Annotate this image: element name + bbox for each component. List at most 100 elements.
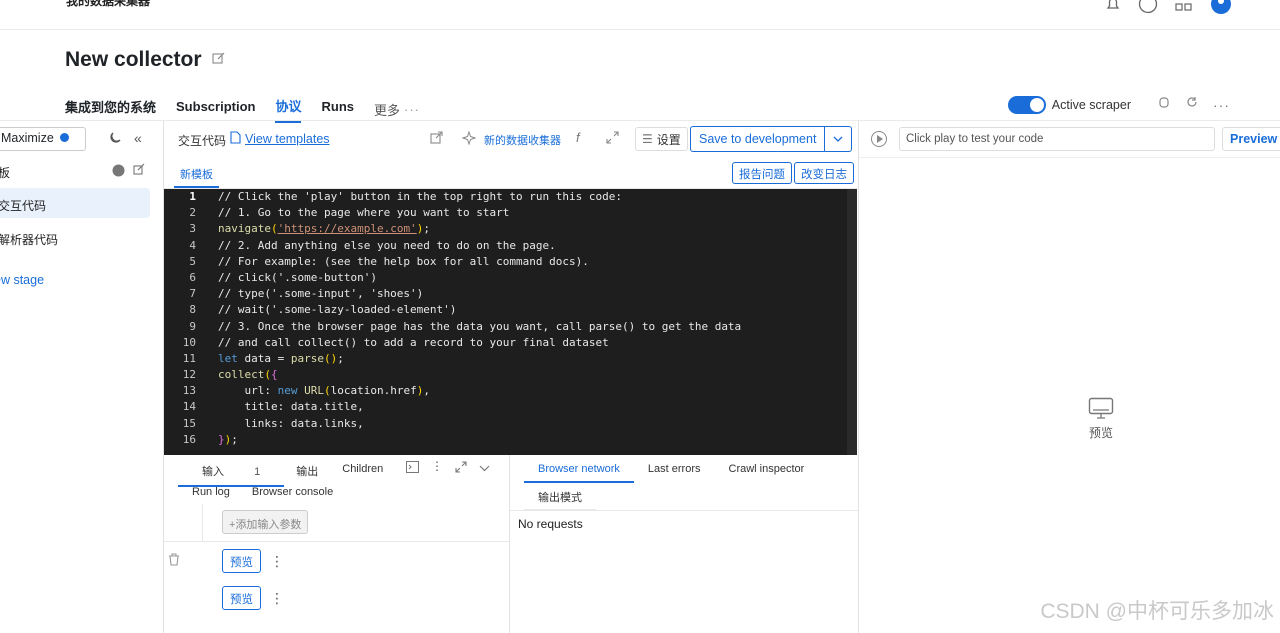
preview-panel: Preview 预览 [858,121,1280,633]
user-avatar-icon[interactable] [1210,0,1232,20]
preview-placeholder-label: 预览 [1088,426,1113,440]
edit-stage-icon[interactable] [133,163,146,181]
tab-input[interactable]: 输入 1 [178,461,285,487]
code-editor[interactable]: 1 // Click the 'play' button in the top r… [164,189,857,455]
view-templates-link[interactable]: View templates [230,131,330,147]
main-tabs: 集成到您的系统 Subscription 协议 Runs 更多 ··· [65,96,420,123]
code-text: // click('.some-button') [218,270,377,284]
external-link-icon[interactable] [430,131,443,149]
code-text: // and call collect() to add a record to… [218,335,609,349]
apps-icon[interactable] [1174,0,1194,18]
add-input-param-label: 添加输入参数 [235,519,302,531]
settings-button[interactable]: ☰ 设置 [635,127,688,151]
tab-subscription[interactable]: Subscription [176,99,255,120]
moon-icon[interactable] [108,131,122,150]
line-number: 5 [189,254,196,268]
top-bar: 我的数据采集器 [0,0,1280,30]
play-icon[interactable] [871,131,887,147]
tab-more[interactable]: 更多 ··· [374,100,420,119]
tab-children[interactable]: Children [330,461,395,487]
bell-icon[interactable] [1104,0,1122,18]
code-token: data = [237,351,291,365]
kebab-icon[interactable]: ⋮ [431,460,443,478]
code-line: 14 title: data.title, [164,399,857,415]
code-text: title: data.title, [218,400,364,414]
test-url-input[interactable] [899,127,1215,151]
code-text: // 3. Once the browser page has the data… [218,319,742,333]
sidebar-item-parser[interactable]: 解析器代码 [0,231,58,248]
row-options-icon[interactable]: ⋮ [270,553,284,570]
terminal-icon[interactable] [406,460,419,478]
code-text: // For example: (see the help box for al… [218,254,589,268]
code-line: 6 // click('.some-button') [164,270,857,286]
changelog-button[interactable]: 改变日志 [794,162,854,184]
tab-crawl-inspector[interactable]: Crawl inspector [715,461,819,483]
chevron-down-icon[interactable] [479,460,490,478]
line-number: 6 [189,270,196,284]
editor-subtabs: 新模板 报告问题 改变日志 [164,157,858,189]
line-number: 14 [182,400,196,414]
maximize-toggle[interactable]: Maximize [0,127,86,151]
maximize-dot [59,133,69,142]
scraper-controls: Active scraper ··· [1007,95,1230,114]
tab-protocol[interactable]: 协议 [275,96,302,123]
add-input-param-button[interactable]: +添加输入参数 [222,510,309,534]
line-number: 2 [189,206,196,220]
panel-icons: ⋮ [406,460,490,478]
line-number: 3 [189,222,196,236]
code-line: 2 // 1. Go to the page where you want to … [164,205,857,221]
sidebar-item-parser-label: 解析器代码 [0,233,59,247]
expand-panel-icon[interactable] [455,460,467,478]
code-line: 9 // 3. Once the browser page has the dat… [164,319,857,335]
tab-browser-network[interactable]: Browser network [524,461,634,483]
code-token: parse [290,351,324,365]
output-mode-tab[interactable]: 输出模式 [524,485,596,510]
new-collector-link[interactable]: 新的数据收集器 [484,132,561,148]
code-text: // Click the 'play' button in the top ri… [218,190,622,203]
maximize-label: Maximize [1,131,54,145]
sidebar-item-interaction[interactable]: 交互代码 [0,197,46,214]
code-text: navigate('https://example.com'); [218,222,430,236]
trash-icon[interactable] [168,553,180,571]
new-stage-link[interactable]: ew stage [0,273,44,287]
tab-last-errors[interactable]: Last errors [634,461,715,483]
tab-new-template[interactable]: 新模板 [174,166,219,188]
preview-button[interactable]: Preview [1222,127,1280,151]
log-tabs: Run log Browser console [192,486,333,498]
tab-integrate[interactable]: 集成到您的系统 [65,97,156,122]
tab-browser-console[interactable]: Browser console [252,486,333,498]
editor-scrollbar[interactable] [847,189,857,455]
tab-more-label: 更多 [373,103,400,118]
bug-icon[interactable] [1157,95,1171,114]
chevron-down-icon[interactable] [825,130,851,148]
expand-icon[interactable] [606,131,619,149]
github-icon[interactable] [112,164,125,182]
page-title: New collector [65,48,202,71]
preview-button-2[interactable]: 预览 [222,586,261,610]
edit-title-icon[interactable] [211,51,226,70]
code-line: 1 // Click the 'play' button in the top r… [164,189,857,205]
editor-header: 交互代码 View templates 新的数据收集器 f ☰ 设置 Save … [164,121,858,157]
function-icon[interactable]: f [576,130,580,145]
tab-runs[interactable]: Runs [321,99,354,120]
preview-button-1[interactable]: 预览 [222,549,261,573]
code-token: 'https://example.com' [277,222,417,236]
tab-output[interactable]: 输出 [284,461,330,487]
collapse-icon[interactable]: « [134,131,142,150]
code-token: url: [218,384,278,398]
code-token: let [218,351,238,365]
refresh-icon[interactable] [1185,95,1199,114]
code-line: 15 links: data.links, [164,416,857,432]
line-number: 4 [189,238,196,252]
tab-run-log[interactable]: Run log [192,486,230,498]
active-scraper-toggle[interactable] [1007,95,1046,114]
save-to-development-button[interactable]: Save to development [690,126,853,152]
help-icon[interactable] [1138,0,1158,19]
more-options-icon[interactable]: ··· [1213,97,1230,113]
code-text: collect({ [218,368,278,382]
report-issue-button[interactable]: 报告问题 [732,162,792,184]
divider [859,157,1280,158]
line-number: 13 [182,384,196,398]
sparkle-icon[interactable] [461,130,477,150]
row-options-icon[interactable]: ⋮ [270,590,284,607]
